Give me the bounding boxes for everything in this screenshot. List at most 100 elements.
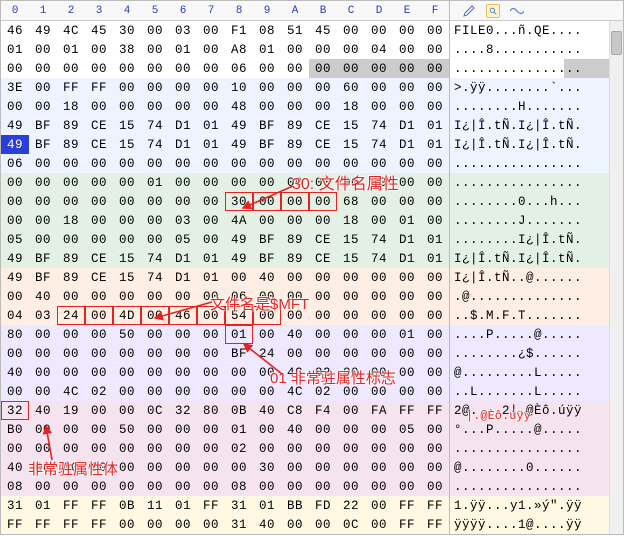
- hex-cell[interactable]: 00: [113, 192, 141, 211]
- hex-cell[interactable]: 02: [85, 382, 113, 401]
- ascii-line[interactable]: .@..............: [450, 287, 623, 306]
- hex-cell[interactable]: 00: [421, 363, 449, 382]
- hex-cell[interactable]: 3E: [1, 78, 29, 97]
- hex-cell[interactable]: 00: [225, 173, 253, 192]
- hex-cell[interactable]: 00: [169, 420, 197, 439]
- hex-cell[interactable]: 00: [29, 420, 57, 439]
- hex-cell[interactable]: 00: [393, 477, 421, 496]
- ascii-line[interactable]: 2@....2|.@Èô.úÿÿ: [450, 401, 623, 420]
- hex-cell[interactable]: 00: [281, 78, 309, 97]
- hex-cell[interactable]: 02: [225, 439, 253, 458]
- hex-cell[interactable]: 00: [141, 325, 169, 344]
- hex-cell[interactable]: BF: [29, 135, 57, 154]
- ascii-line[interactable]: 1.ÿÿ...y1.»ý".ÿÿ: [450, 496, 623, 515]
- hex-cell[interactable]: 00: [309, 154, 337, 173]
- hex-cell[interactable]: 89: [57, 116, 85, 135]
- hex-cell[interactable]: 15: [113, 135, 141, 154]
- ascii-line[interactable]: FILE0...ñ.QE....: [450, 21, 623, 40]
- hex-cell[interactable]: 00: [113, 154, 141, 173]
- hex-cell[interactable]: 00: [253, 420, 281, 439]
- hex-cell[interactable]: 00: [113, 97, 141, 116]
- ascii-line[interactable]: ................: [450, 154, 623, 173]
- hex-cell[interactable]: 00: [57, 230, 85, 249]
- hex-cell[interactable]: 00: [337, 268, 365, 287]
- hex-cell[interactable]: 00: [337, 344, 365, 363]
- hex-cell[interactable]: 00: [29, 59, 57, 78]
- hex-cell[interactable]: 00: [29, 211, 57, 230]
- hex-cell[interactable]: 00: [281, 192, 309, 211]
- search-icon[interactable]: [486, 4, 500, 18]
- hex-cell[interactable]: 00: [309, 268, 337, 287]
- hex-cell[interactable]: 00: [141, 192, 169, 211]
- hex-cell[interactable]: 00: [141, 439, 169, 458]
- hex-cell[interactable]: 00: [309, 477, 337, 496]
- hex-cell[interactable]: BF: [253, 249, 281, 268]
- hex-cell[interactable]: 00: [253, 59, 281, 78]
- hex-cell[interactable]: 00: [393, 344, 421, 363]
- hex-cell[interactable]: 00: [337, 40, 365, 59]
- hex-cell[interactable]: 00: [253, 154, 281, 173]
- hex-cell[interactable]: 00: [337, 325, 365, 344]
- hex-cell[interactable]: A8: [225, 40, 253, 59]
- hex-cell[interactable]: 06: [1, 154, 29, 173]
- hex-cell[interactable]: D1: [393, 249, 421, 268]
- hex-cell[interactable]: 00: [365, 363, 393, 382]
- hex-cell[interactable]: 01: [57, 40, 85, 59]
- hex-cell[interactable]: 00: [281, 344, 309, 363]
- hex-cell[interactable]: 00: [197, 382, 225, 401]
- hex-cell[interactable]: BF: [253, 116, 281, 135]
- ascii-line[interactable]: °...P.....@.....: [450, 420, 623, 439]
- hex-cell[interactable]: 00: [225, 363, 253, 382]
- hex-cell[interactable]: 00: [57, 287, 85, 306]
- hex-cell[interactable]: 00: [169, 287, 197, 306]
- hex-cell[interactable]: 00: [253, 287, 281, 306]
- hex-cell[interactable]: 00: [113, 287, 141, 306]
- hex-cell[interactable]: 49: [1, 135, 29, 154]
- hex-cell[interactable]: 00: [309, 515, 337, 534]
- hex-cell[interactable]: 00: [141, 287, 169, 306]
- ascii-line[interactable]: ÿÿÿÿ....1@....ÿÿ: [450, 515, 623, 534]
- hex-cell[interactable]: BF: [253, 135, 281, 154]
- hex-cell[interactable]: 68: [337, 192, 365, 211]
- hex-cell[interactable]: 00: [85, 40, 113, 59]
- hex-cell[interactable]: 15: [113, 249, 141, 268]
- hex-cell[interactable]: 00: [197, 173, 225, 192]
- hex-cell[interactable]: 00: [337, 59, 365, 78]
- hex-cell[interactable]: 00: [113, 477, 141, 496]
- hex-cell[interactable]: FD: [309, 496, 337, 515]
- hex-cell[interactable]: 0B: [113, 496, 141, 515]
- hex-cell[interactable]: 00: [113, 211, 141, 230]
- hex-cell[interactable]: 00: [113, 439, 141, 458]
- hex-cell[interactable]: 15: [337, 230, 365, 249]
- hex-cell[interactable]: 00: [57, 192, 85, 211]
- hex-cell[interactable]: 00: [393, 268, 421, 287]
- hex-cell[interactable]: 49: [225, 135, 253, 154]
- hex-cell[interactable]: 4C: [57, 21, 85, 40]
- hex-cell[interactable]: 15: [337, 249, 365, 268]
- hex-cell[interactable]: 01: [169, 496, 197, 515]
- hex-cell[interactable]: 18: [57, 211, 85, 230]
- hex-cell[interactable]: 00: [365, 439, 393, 458]
- hex-cell[interactable]: 00: [197, 154, 225, 173]
- hex-cell[interactable]: 0C: [337, 515, 365, 534]
- ascii-line[interactable]: ................: [450, 477, 623, 496]
- hex-cell[interactable]: 00: [141, 59, 169, 78]
- hex-cell[interactable]: 00: [281, 458, 309, 477]
- hex-cell[interactable]: 00: [281, 287, 309, 306]
- hex-cell[interactable]: 00: [85, 477, 113, 496]
- hex-cell[interactable]: 00: [365, 268, 393, 287]
- hex-cell[interactable]: 46: [169, 306, 197, 325]
- hex-cell[interactable]: F1: [225, 21, 253, 40]
- hex-cell[interactable]: 30: [113, 21, 141, 40]
- hex-cell[interactable]: 00: [29, 382, 57, 401]
- hex-cell[interactable]: 00: [85, 344, 113, 363]
- ascii-line[interactable]: I¿|Î.tÑ.I¿|Î.tÑ.: [450, 135, 623, 154]
- hex-cell[interactable]: CE: [309, 135, 337, 154]
- hex-cell[interactable]: 00: [393, 192, 421, 211]
- hex-cell[interactable]: 00: [169, 173, 197, 192]
- hex-cell[interactable]: 04: [365, 40, 393, 59]
- hex-cell[interactable]: 40: [281, 420, 309, 439]
- hex-cell[interactable]: 00: [365, 211, 393, 230]
- hex-cell[interactable]: 00: [197, 344, 225, 363]
- hex-cell[interactable]: 49: [225, 249, 253, 268]
